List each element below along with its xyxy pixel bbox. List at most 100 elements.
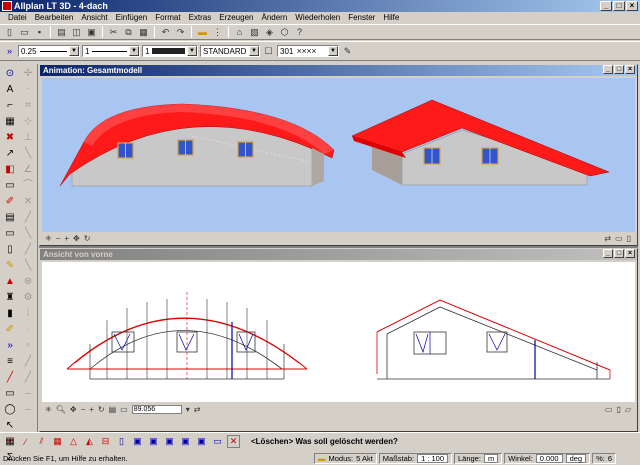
delete-icon[interactable]: ✖	[3, 131, 17, 144]
cascade-icon[interactable]: ▱	[625, 405, 631, 414]
delete-line-icon[interactable]: ⫽	[3, 435, 16, 448]
arc-icon[interactable]: ⌒	[21, 179, 35, 192]
dot-icon[interactable]: ·	[21, 323, 35, 336]
new-file-icon[interactable]: ▯	[3, 26, 16, 39]
app-icon[interactable]	[2, 1, 12, 11]
stack-icon[interactable]: ▭	[3, 227, 17, 240]
layer-tool-icon[interactable]: ▤	[3, 211, 17, 224]
angle-value[interactable]: 0.000	[535, 453, 563, 463]
ortho-icon[interactable]: ⊥	[21, 131, 35, 144]
zoom-icon[interactable]: 🔍︎	[56, 405, 66, 414]
group-icon[interactable]: ▯	[3, 243, 17, 256]
delete-window-icon[interactable]: ▣	[179, 435, 192, 448]
scale-value[interactable]: 1 : 100	[417, 453, 448, 463]
slope-icon[interactable]: ╱	[21, 211, 35, 224]
layer-checkbox-icon[interactable]: ☐	[262, 45, 275, 58]
redo-icon[interactable]: ↷	[174, 26, 187, 39]
area-icon[interactable]: ▦	[3, 115, 17, 128]
front-view-window-title-bar[interactable]: Ansicht von vorne _ □ ×	[40, 249, 637, 260]
line-tool-icon[interactable]: ≡	[3, 355, 17, 368]
snap-icon[interactable]: ⊹	[21, 115, 35, 128]
paste-tool-icon[interactable]: ▫	[21, 339, 35, 352]
delete-group-icon[interactable]: ▣	[147, 435, 160, 448]
menu-bearbeiten[interactable]: Bearbeiten	[31, 12, 78, 24]
zoom-out-icon[interactable]: −	[81, 405, 86, 414]
axis-cross-icon[interactable]: ✳	[45, 234, 52, 243]
target-icon[interactable]: ⊛	[21, 275, 35, 288]
chevron-down-icon[interactable]: ▼	[129, 46, 139, 56]
sync-view-icon[interactable]: ⇄	[604, 234, 611, 243]
delete-text-icon[interactable]: ▯	[115, 435, 128, 448]
undo-icon[interactable]: ↶	[159, 26, 172, 39]
track-icon[interactable]: ╲	[21, 147, 35, 160]
animation-window[interactable]: Animation: Gesamtmodell _ □ × ✳ − + ✥ ↻ …	[39, 64, 638, 246]
chevron-down-icon[interactable]: ▾	[186, 405, 190, 414]
angle-2-icon[interactable]: ╱	[21, 243, 35, 256]
toolbar-expand-icon[interactable]: »	[3, 45, 16, 58]
minimize-button[interactable]: _	[603, 249, 613, 258]
menu-fenster[interactable]: Fenster	[344, 12, 379, 24]
dash-icon[interactable]: –	[21, 403, 35, 416]
delete-dimension-icon[interactable]: ⊟	[99, 435, 112, 448]
select-icon[interactable]: ↖	[3, 419, 17, 432]
project-open-icon[interactable]: ⌂	[233, 26, 246, 39]
cut-icon[interactable]: ✂	[107, 26, 120, 39]
cancel-icon[interactable]: ✕	[227, 435, 240, 448]
menu-einfuegen[interactable]: Einfügen	[112, 12, 152, 24]
chevron-down-icon[interactable]: ▼	[328, 46, 338, 56]
menu-datei[interactable]: Datei	[4, 12, 31, 24]
angle-unit[interactable]: deg	[565, 453, 587, 463]
length-unit[interactable]: m	[483, 453, 499, 463]
menu-format[interactable]: Format	[151, 12, 184, 24]
minus-icon[interactable]: –	[21, 387, 35, 400]
pan-icon[interactable]: ✥	[70, 405, 77, 414]
dimension-icon[interactable]: ⌐	[3, 99, 17, 112]
front-view-window[interactable]: Ansicht von vorne _ □ × ✳ 🔍︎ ✥ − + ↻ ▤ ▭…	[39, 248, 638, 432]
menu-hilfe[interactable]: Hilfe	[379, 12, 403, 24]
delete-element-icon[interactable]: ⫽	[35, 435, 48, 448]
polyline-icon[interactable]: ╱	[3, 371, 17, 384]
copy-icon[interactable]: ⧉	[122, 26, 135, 39]
diagonal-icon[interactable]: ╲	[21, 227, 35, 240]
menu-erzeugen[interactable]: Erzeugen	[215, 12, 257, 24]
delete-triangle-icon[interactable]: △	[67, 435, 80, 448]
open-file-icon[interactable]: ▭	[18, 26, 31, 39]
close-button[interactable]: ×	[626, 1, 638, 11]
maximize-button[interactable]: □	[613, 1, 625, 11]
minimize-button[interactable]: _	[603, 65, 613, 74]
properties-icon[interactable]: ⋮	[211, 26, 224, 39]
text-icon[interactable]: A	[3, 83, 17, 96]
zoom-icon[interactable]: ⊙	[3, 67, 17, 80]
pen-tool-icon[interactable]: ✎	[3, 259, 17, 272]
window-zoom-icon[interactable]: ▭	[120, 405, 128, 414]
maximize-button[interactable]: □	[614, 249, 624, 258]
wall-tool-icon[interactable]: ✐	[3, 323, 17, 336]
angle-3-icon[interactable]: ╲	[21, 259, 35, 272]
marker-icon[interactable]: ▲	[3, 275, 17, 288]
delete-segment-icon[interactable]: ∕	[19, 435, 32, 448]
3d-viewport[interactable]	[42, 78, 635, 232]
scale-input[interactable]	[131, 405, 182, 414]
plot-icon[interactable]: ▣	[85, 26, 98, 39]
axis-icon[interactable]: ✢	[21, 67, 35, 80]
brush-icon[interactable]: ╱	[21, 355, 35, 368]
gear-icon[interactable]: ⚙	[21, 291, 35, 304]
chevron-down-icon[interactable]: ▼	[69, 46, 79, 56]
pan-icon[interactable]: ✥	[73, 234, 80, 243]
delete-layer-icon[interactable]: ▣	[131, 435, 144, 448]
window-icon[interactable]: ▭	[605, 405, 613, 414]
delete-all-icon[interactable]: ▣	[195, 435, 208, 448]
layer-status-icon[interactable]: ▬	[318, 454, 326, 463]
fill-icon[interactable]: ▮	[3, 307, 17, 320]
save-icon[interactable]: ▪	[33, 26, 46, 39]
delete-block-icon[interactable]: ▣	[163, 435, 176, 448]
pencil-icon[interactable]: ✎	[341, 45, 354, 58]
rectangle-icon[interactable]: ▭	[3, 387, 17, 400]
axis-cross-icon[interactable]: ✳	[45, 405, 52, 414]
mirror-icon[interactable]: ◧	[3, 163, 17, 176]
animation-icon[interactable]: ⬡	[278, 26, 291, 39]
tile-icon[interactable]: ▯	[627, 234, 631, 243]
minimize-button[interactable]: _	[600, 1, 612, 11]
menu-ansicht[interactable]: Ansicht	[77, 12, 111, 24]
zoom-out-icon[interactable]: −	[56, 234, 61, 243]
